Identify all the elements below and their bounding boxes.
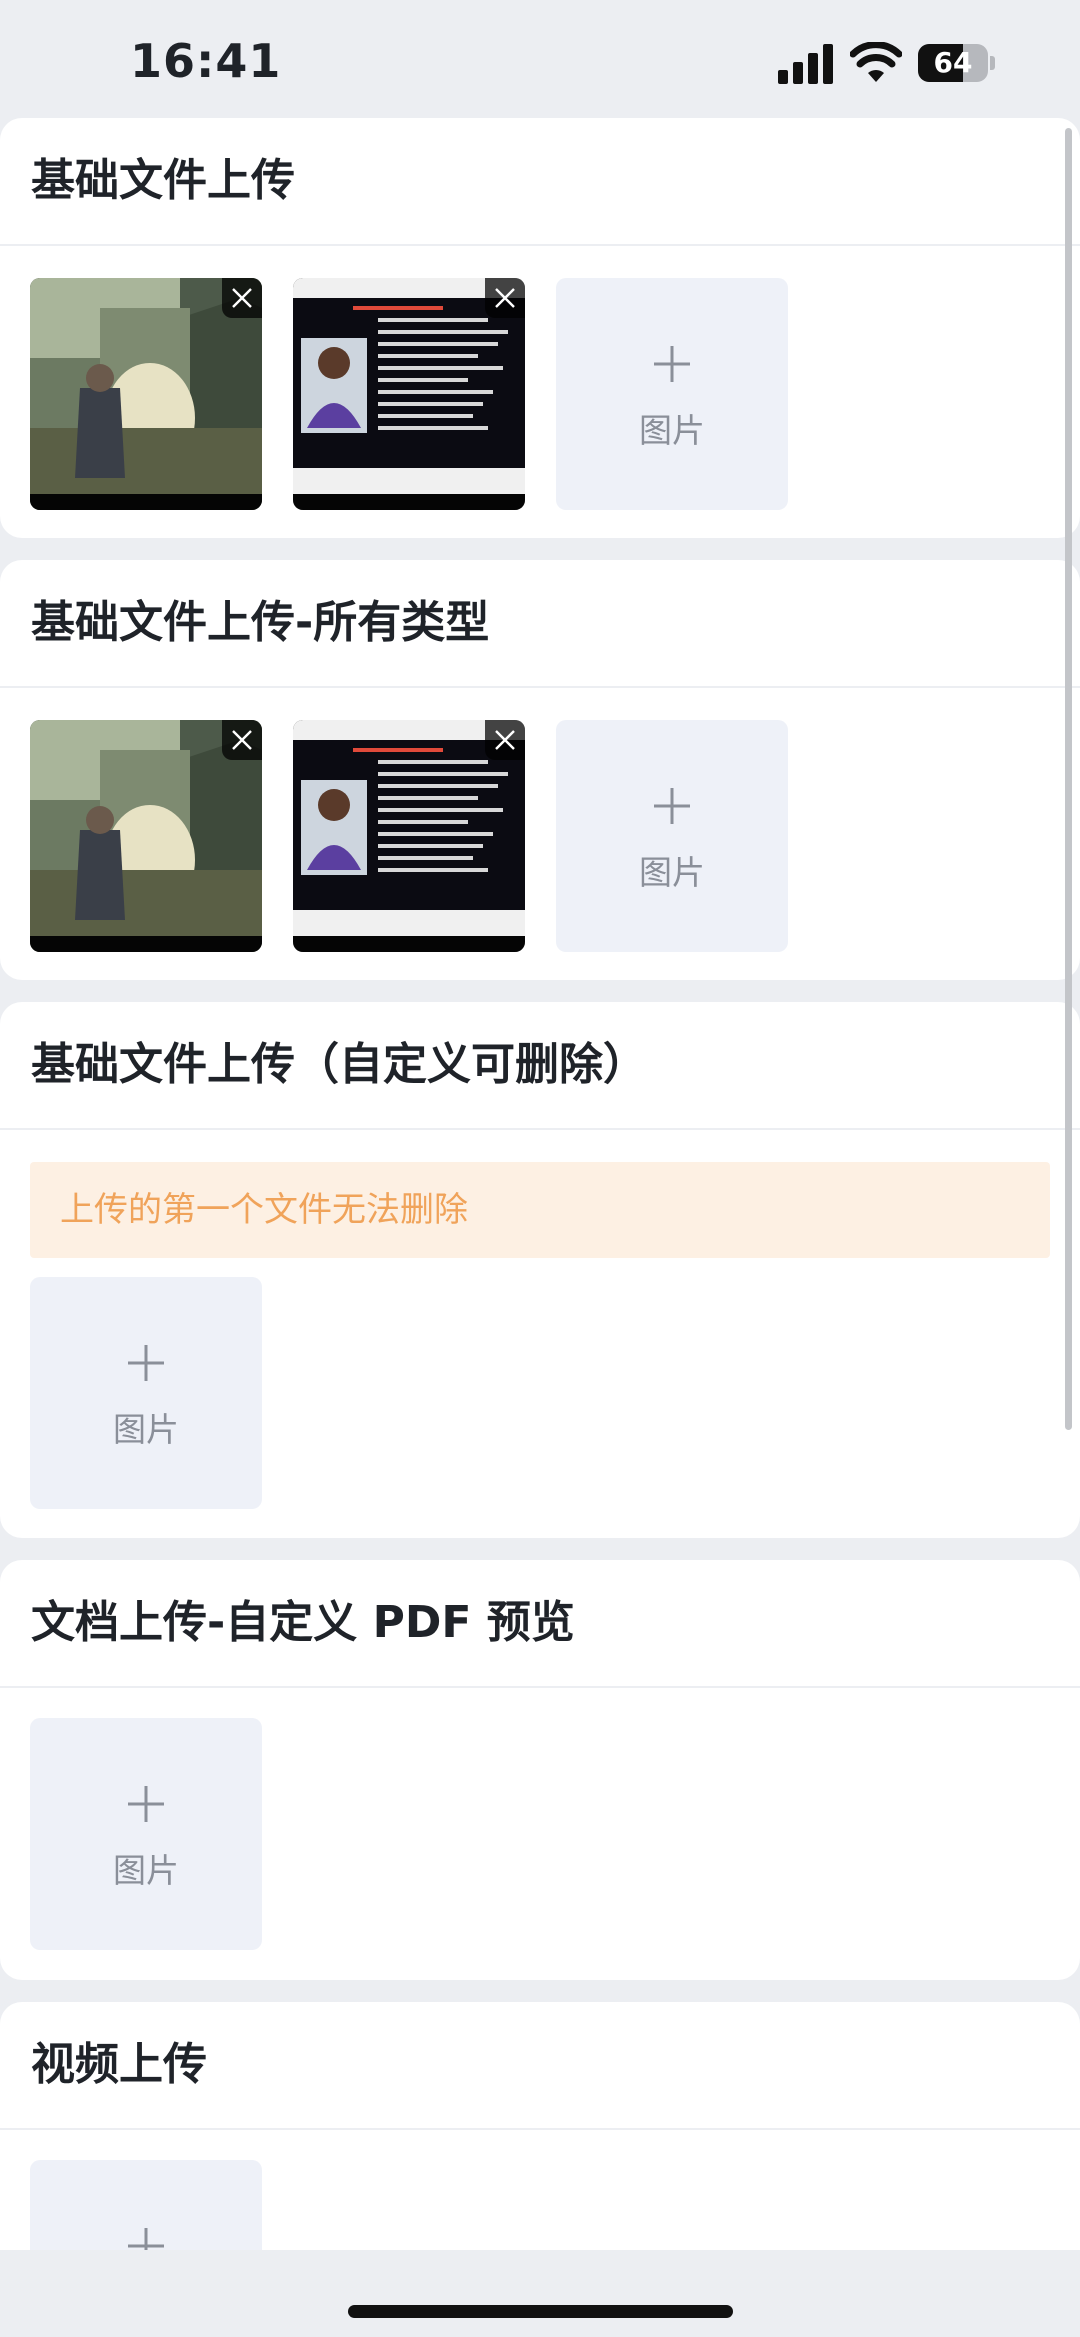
plus-icon (654, 788, 690, 824)
add-image-label: 图片 (113, 1851, 179, 1890)
status-time: 16:41 (130, 34, 282, 88)
cellular-signal-icon (778, 44, 833, 84)
add-image-button[interactable]: 图片 (30, 1277, 262, 1509)
uploaded-image-thumbnail[interactable] (293, 720, 525, 952)
uploaded-image-thumbnail[interactable] (293, 278, 525, 510)
plus-icon (128, 1786, 164, 1822)
close-icon (232, 730, 252, 750)
section-title: 基础文件上传（自定义可删除） (31, 1039, 647, 1090)
section-basic-upload: 基础文件上传 图片 (0, 118, 1080, 538)
close-icon (495, 730, 515, 750)
section-custom-deletable-upload: 基础文件上传（自定义可删除） 上传的第一个文件无法删除 图片 (0, 1002, 1080, 1538)
divider (0, 244, 1080, 246)
section-pdf-upload: 文档上传-自定义 PDF 预览 图片 (0, 1560, 1080, 1980)
delete-file-button[interactable] (485, 278, 525, 318)
uploaded-image-thumbnail[interactable] (30, 720, 262, 952)
add-image-button[interactable]: 图片 (30, 1718, 262, 1950)
plus-icon (128, 1345, 164, 1381)
wifi-icon (850, 42, 902, 82)
section-all-types-upload: 基础文件上传-所有类型 图片 (0, 560, 1080, 980)
divider (0, 2128, 1080, 2130)
delete-file-button[interactable] (485, 720, 525, 760)
divider (0, 1128, 1080, 1130)
battery-icon: 64 (918, 44, 996, 82)
scrollbar[interactable] (1065, 128, 1072, 1430)
home-indicator[interactable] (348, 2305, 733, 2318)
add-image-label: 图片 (639, 411, 705, 450)
divider (0, 686, 1080, 688)
close-icon (495, 288, 515, 308)
notice-text: 上传的第一个文件无法删除 (60, 1190, 468, 1230)
divider (0, 1686, 1080, 1688)
section-title: 视频上传 (31, 2039, 207, 2090)
status-bar: 16:41 64 (0, 0, 1080, 118)
add-image-button[interactable]: 图片 (556, 278, 788, 510)
close-icon (232, 288, 252, 308)
notice-banner: 上传的第一个文件无法删除 (30, 1162, 1050, 1258)
delete-file-button[interactable] (222, 278, 262, 318)
section-title: 基础文件上传 (31, 155, 295, 206)
delete-file-button[interactable] (222, 720, 262, 760)
add-image-label: 图片 (113, 1410, 179, 1449)
add-image-label: 图片 (639, 853, 705, 892)
section-title: 基础文件上传-所有类型 (31, 597, 490, 648)
add-image-button[interactable]: 图片 (556, 720, 788, 952)
plus-icon (654, 346, 690, 382)
section-title: 文档上传-自定义 PDF 预览 (31, 1597, 575, 1648)
battery-percentage: 64 (933, 46, 973, 79)
uploaded-image-thumbnail[interactable] (30, 278, 262, 510)
bottom-safe-area (0, 2250, 1080, 2337)
